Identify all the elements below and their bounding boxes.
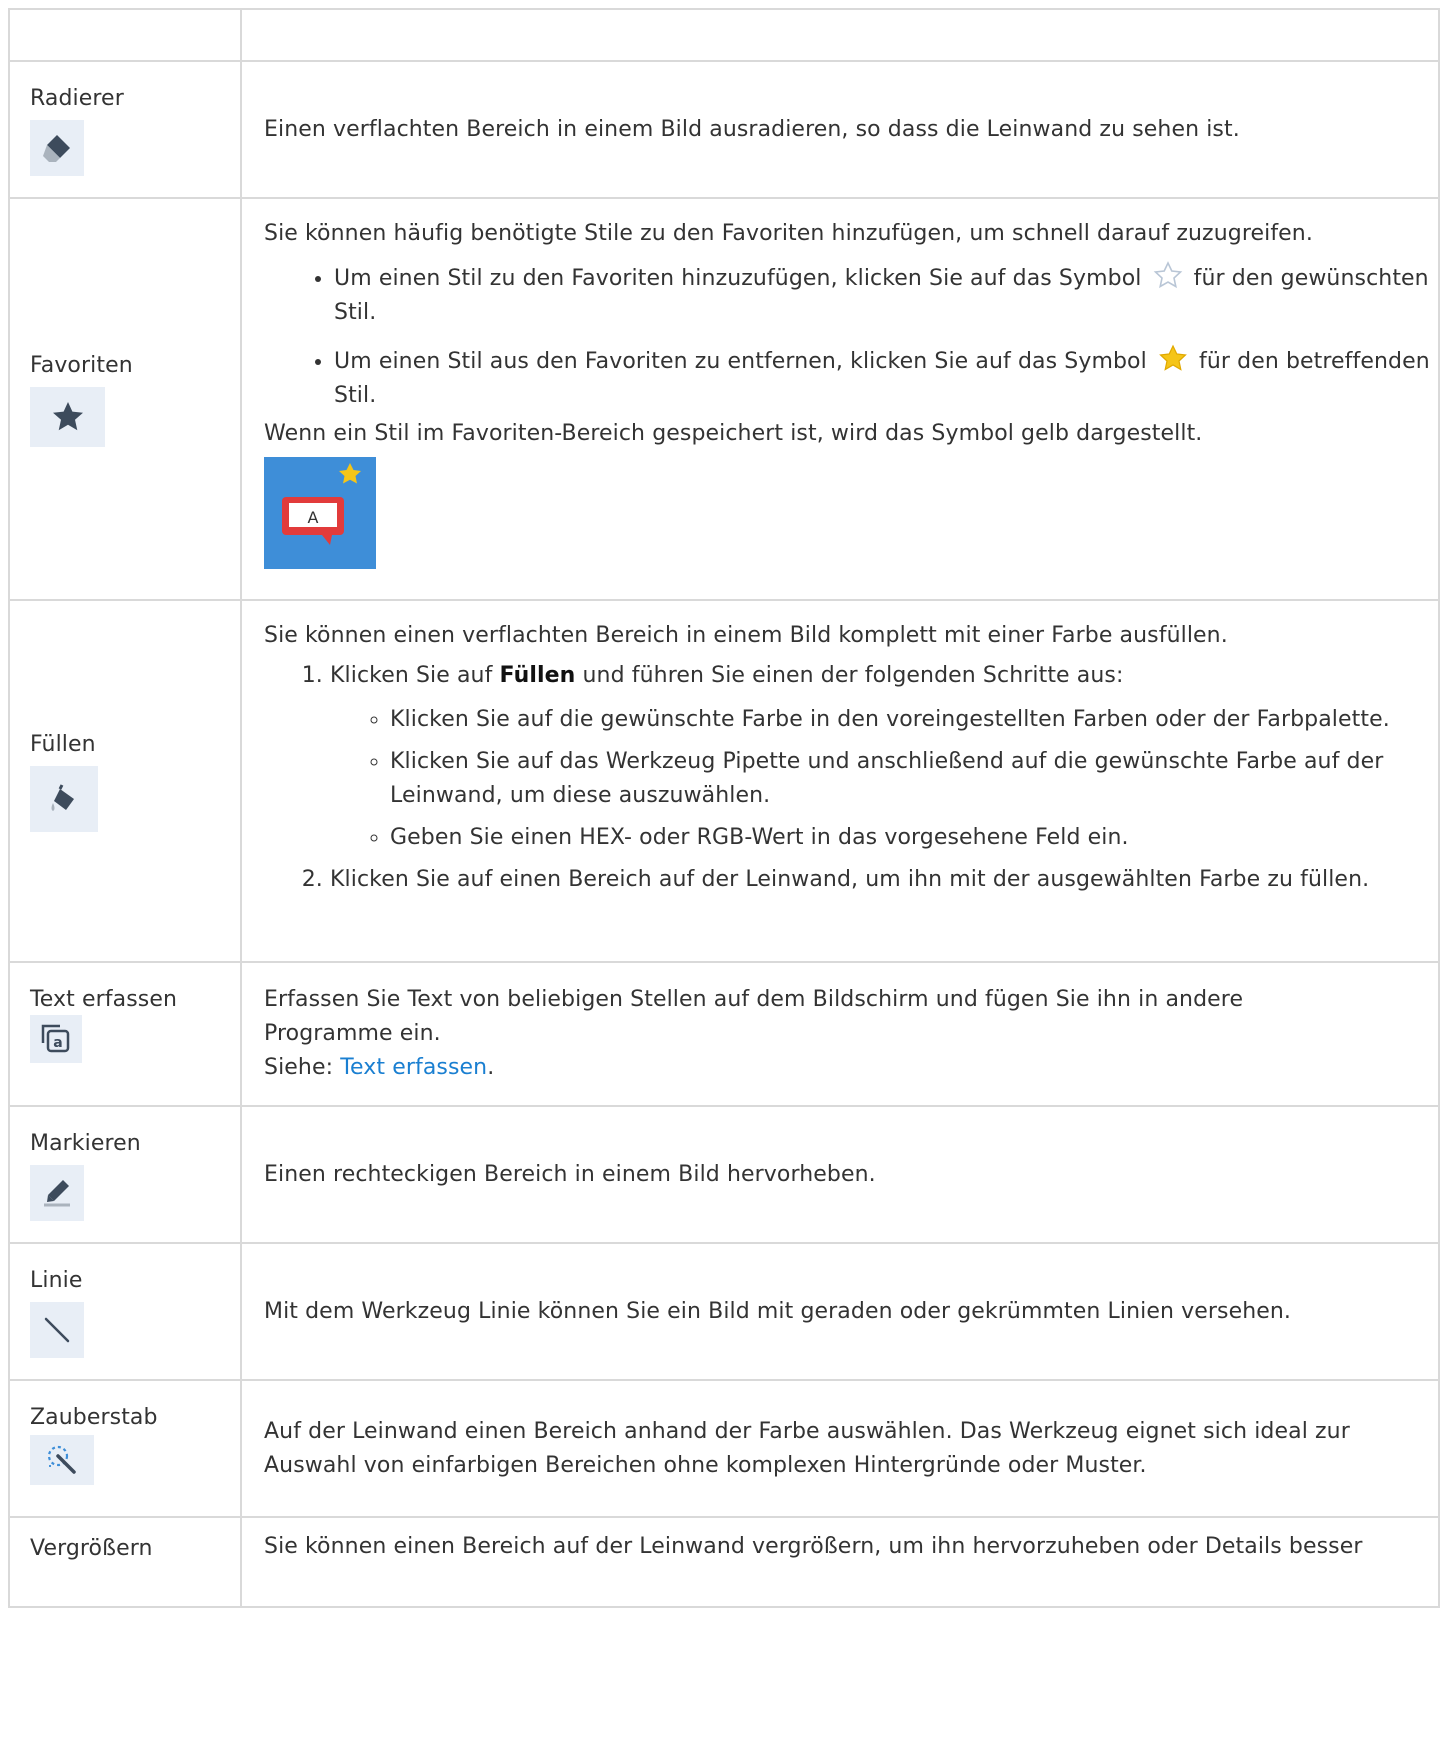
see-also-suffix: . <box>487 1055 495 1080</box>
list-item: Um einen Stil aus den Favoriten zu entfe… <box>334 344 1438 413</box>
header-cell-description <box>240 8 1440 62</box>
description-text: Sie können einen Bereich auf der Leinwan… <box>264 1534 1363 1559</box>
fill-steps: Klicken Sie auf Füllen und führen Sie ei… <box>264 659 1438 897</box>
table-row: Füllen Sie können einen verflachten Bere… <box>8 599 1440 963</box>
star-outline-icon <box>1153 261 1182 289</box>
description-cell: Sie können häufig benötigte Stile zu den… <box>240 197 1440 601</box>
list-item: Geben Sie einen HEX- oder RGB-Wert in da… <box>390 821 1438 855</box>
tool-name: Füllen <box>30 732 96 757</box>
table-header-row <box>8 8 1440 62</box>
table-row: Favoriten Sie können häufig benötigte St… <box>8 197 1440 601</box>
bullet-text: Um einen Stil zu den Favoriten hinzuzufü… <box>334 266 1142 291</box>
tool-cell: Füllen <box>8 599 242 963</box>
fill-substeps: Klicken Sie auf die gewünschte Farbe in … <box>330 703 1438 855</box>
callout-bubble-icon: A <box>282 463 361 545</box>
see-also-label: Siehe: <box>264 1055 341 1080</box>
tool-name: Zauberstab <box>30 1405 158 1430</box>
table-row: Vergrößern Sie können einen Bereich auf … <box>8 1516 1440 1608</box>
svg-text:A: A <box>307 508 318 527</box>
table-row: Zauberstab Auf der Leinwand einen Bereic… <box>8 1379 1440 1518</box>
star-icon <box>30 387 105 447</box>
description-cell: Auf der Leinwand einen Bereich anhand de… <box>240 1379 1440 1518</box>
paint-bucket-icon <box>30 766 98 832</box>
eraser-icon <box>30 120 84 176</box>
description-cell: Einen rechteckigen Bereich in einem Bild… <box>240 1105 1440 1244</box>
description-text: Einen rechteckigen Bereich in einem Bild… <box>264 1161 876 1187</box>
text-capture-icon: a <box>30 1015 82 1063</box>
tool-name: Markieren <box>30 1131 141 1156</box>
list-item: Klicken Sie auf einen Bereich auf der Le… <box>330 863 1438 897</box>
tool-cell: Zauberstab <box>8 1379 242 1518</box>
tool-name: Text erfassen <box>30 987 177 1012</box>
tool-cell: Markieren <box>8 1105 242 1244</box>
table-row: Linie Mit dem Werkzeug Linie können Sie … <box>8 1242 1440 1381</box>
favorites-bullets: Um einen Stil zu den Favoriten hinzuzufü… <box>264 261 1438 413</box>
tools-table: Radierer Einen verflachten Bereich in ei… <box>8 8 1440 1608</box>
description-cell: Sie können einen Bereich auf der Leinwan… <box>240 1516 1440 1608</box>
step-text: und führen Sie einen der folgenden Schri… <box>575 663 1124 688</box>
line-icon <box>30 1302 84 1358</box>
tool-name: Linie <box>30 1268 83 1293</box>
tool-name: Favoriten <box>30 353 133 378</box>
description-cell: Mit dem Werkzeug Linie können Sie ein Bi… <box>240 1242 1440 1381</box>
list-item: Klicken Sie auf das Werkzeug Pipette und… <box>390 745 1438 813</box>
tool-cell: Vergrößern <box>8 1516 242 1608</box>
description-text: Mit dem Werkzeug Linie können Sie ein Bi… <box>264 1298 1292 1324</box>
bullet-text: Um einen Stil aus den Favoriten zu entfe… <box>334 349 1147 374</box>
description-cell: Sie können einen verflachten Bereich in … <box>240 599 1440 963</box>
list-item: Um einen Stil zu den Favoriten hinzuzufü… <box>334 261 1438 330</box>
svg-text:a: a <box>53 1035 63 1051</box>
tool-name: Vergrößern <box>30 1536 153 1561</box>
capture-text: Erfassen Sie Text von beliebigen Stellen… <box>264 987 1244 1046</box>
star-filled-icon <box>1159 344 1187 371</box>
text-capture-link[interactable]: Text erfassen <box>340 1055 487 1080</box>
description-text: Einen verflachten Bereich in einem Bild … <box>264 116 1240 142</box>
highlighter-icon <box>30 1165 84 1221</box>
header-cell-tool <box>8 8 242 62</box>
step-emphasis: Füllen <box>499 663 576 688</box>
favorites-note: Wenn ein Stil im Favoriten-Bereich gespe… <box>264 421 1203 446</box>
see-also: Siehe: Text erfassen. <box>264 1051 1438 1085</box>
tool-cell: Radierer <box>8 60 242 199</box>
description-text: Auf der Leinwand einen Bereich anhand de… <box>264 1418 1350 1478</box>
table-row: Markieren Einen rechteckigen Bereich in … <box>8 1105 1440 1244</box>
fill-intro: Sie können einen verflachten Bereich in … <box>264 623 1228 648</box>
favorites-intro: Sie können häufig benötigte Stile zu den… <box>264 221 1313 246</box>
magic-wand-icon <box>30 1435 94 1485</box>
list-item: Klicken Sie auf die gewünschte Farbe in … <box>390 703 1438 737</box>
tool-cell: Favoriten <box>8 197 242 601</box>
step-text: Klicken Sie auf <box>330 663 500 688</box>
table-row: Radierer Einen verflachten Bereich in ei… <box>8 60 1440 199</box>
favorite-style-preview: A <box>264 457 376 569</box>
description-cell: Einen verflachten Bereich in einem Bild … <box>240 60 1440 199</box>
list-item: Klicken Sie auf Füllen und führen Sie ei… <box>330 659 1438 855</box>
table-row: Text erfassen a Erfassen Sie Text von be… <box>8 961 1440 1107</box>
tool-name: Radierer <box>30 86 124 111</box>
tool-cell: Text erfassen a <box>8 961 242 1107</box>
description-cell: Erfassen Sie Text von beliebigen Stellen… <box>240 961 1440 1107</box>
tool-cell: Linie <box>8 1242 242 1381</box>
